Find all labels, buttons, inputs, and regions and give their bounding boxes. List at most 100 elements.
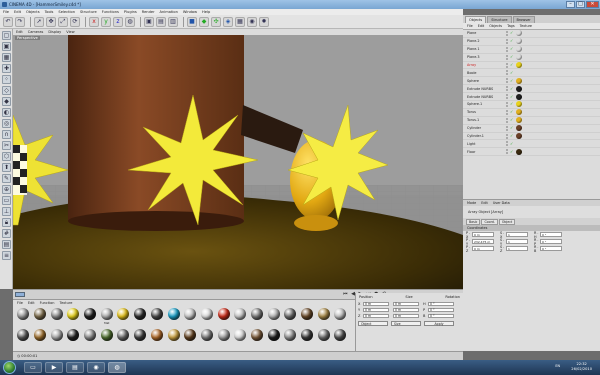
enabled-check-icon[interactable]: ✓ [510,86,514,91]
material-swatch[interactable] [182,307,199,328]
enabled-check-icon[interactable]: ✓ [510,78,514,83]
taskbar-media-icon[interactable]: ▶ [45,362,63,373]
attr-field-pos-z[interactable]: 0 m [472,246,494,251]
enabled-check-icon[interactable]: ✓ [510,63,514,67]
object-row[interactable]: Torus.1 ✓ [463,117,600,125]
texture-tag-icon[interactable] [516,93,522,100]
visibility-dots[interactable] [506,141,508,147]
tab-structure[interactable]: Structure [487,16,512,23]
enabled-check-icon[interactable]: ✓ [510,47,514,51]
close-button[interactable]: ✕ [586,1,599,8]
texture-tag-icon[interactable] [516,125,522,132]
texture-tag-icon[interactable] [516,133,522,140]
knife-icon[interactable]: ✂ [2,141,11,150]
object-name[interactable]: Plane [467,31,506,35]
material-swatch[interactable] [332,328,349,349]
extrude-icon[interactable]: ⬆ [2,163,11,172]
tab-object[interactable]: Object [498,218,516,225]
size-z-field[interactable]: 0 m [393,313,419,319]
object-row[interactable]: Sphere.1 ✓ [463,101,600,109]
material-swatch[interactable] [15,307,32,328]
material-swatch[interactable] [199,328,216,349]
material-swatch[interactable] [82,307,99,328]
enabled-check-icon[interactable]: ✓ [510,94,514,99]
object-name[interactable]: Sphere [467,79,506,83]
lock-icon[interactable]: 🔒︎ [2,218,11,227]
redo-icon[interactable]: ↷ [15,16,25,27]
object-name[interactable]: Light [467,142,506,146]
material-swatch[interactable] [115,328,132,349]
snap-icon[interactable]: ⊕ [2,185,11,194]
layout-icon[interactable]: ▤ [2,240,11,249]
objects-menu-edit[interactable]: Edit [478,24,485,28]
enabled-check-icon[interactable]: ✓ [510,102,514,106]
light-icon[interactable]: ✹ [259,16,269,27]
enabled-check-icon[interactable]: ✓ [510,118,514,122]
material-swatch[interactable] [249,307,266,328]
cube-icon[interactable]: ■ [187,16,197,27]
attr-menu-user-data[interactable]: User Data [493,201,510,205]
enabled-check-icon[interactable]: ✓ [510,55,514,59]
material-swatch[interactable] [165,307,182,328]
enabled-check-icon[interactable]: ✓ [510,39,514,43]
use-model-tool-icon[interactable]: ▢ [2,31,11,40]
tab-objects[interactable]: Objects [465,16,487,23]
object-row[interactable]: Plane.1 ✓ [463,46,600,54]
visibility-dots[interactable] [506,54,508,60]
layer-icon[interactable]: ≡ [2,251,11,260]
bevel-icon[interactable]: ⬡ [2,152,11,161]
material-swatch[interactable] [299,307,316,328]
menu-selection[interactable]: Selection [58,10,75,14]
start-button[interactable] [3,361,16,374]
attr-menu-edit[interactable]: Edit [481,201,488,205]
deformer-icon[interactable]: ◈ [223,16,233,27]
enabled-check-icon[interactable]: ✓ [510,126,514,130]
material-swatch[interactable] [132,328,149,349]
taskbar-clock[interactable]: 22:32 26/02/2010 [571,362,592,372]
visibility-dots[interactable] [506,62,508,68]
visibility-dots[interactable] [506,133,508,139]
texture-tag-icon[interactable] [516,117,522,124]
visibility-dots[interactable] [506,78,508,84]
axis-icon[interactable]: ⊥ [2,207,11,216]
z-axis-icon[interactable]: z [113,16,123,27]
texture-tag-icon[interactable] [516,62,522,68]
visibility-dots[interactable] [506,125,508,131]
object-name[interactable]: Torus.1 [467,118,506,122]
polygons-tool-icon[interactable]: ◆ [2,97,11,106]
nurbs-icon[interactable]: ◆ [199,16,209,27]
rotate-icon[interactable]: ⟳ [70,16,80,27]
enabled-check-icon[interactable]: ✓ [510,149,514,154]
texture-tag-icon[interactable] [516,38,522,45]
camera-icon[interactable]: ◉ [247,16,257,27]
material-swatch[interactable] [282,328,299,349]
workplane-icon[interactable]: ▭ [2,196,11,205]
menu-plugins[interactable]: Plugins [124,10,137,14]
visibility-dots[interactable] [506,86,508,92]
object-row[interactable]: Plane ✓ [463,30,600,38]
visibility-dots[interactable] [506,101,508,107]
object-row[interactable]: Plane.3 ✓ [463,54,600,62]
magnet-icon[interactable]: ∩ [2,130,11,139]
menu-edit[interactable]: Edit [14,10,21,14]
position-x-field[interactable]: 0 m [363,301,389,307]
visibility-dots[interactable] [506,70,508,76]
object-name[interactable]: Torus [467,110,506,114]
minimize-button[interactable]: – [566,1,575,8]
visibility-dots[interactable] [506,38,508,44]
menu-tools[interactable]: Tools [45,10,54,14]
material-swatch[interactable] [32,307,49,328]
menu-structure[interactable]: Structure [80,10,97,14]
material-swatch[interactable] [232,328,249,349]
tab-browser[interactable]: Browser [512,16,535,23]
attr-field-pos-x[interactable]: 0 m [472,232,494,237]
viewport-menu-edit[interactable]: Edit [16,30,23,34]
material-swatch[interactable] [165,328,182,349]
position-z-field[interactable]: 0 m [363,313,389,319]
visibility-dots[interactable] [506,46,508,52]
object-row[interactable]: Array ✓ [463,62,600,70]
object-row[interactable]: Boole ✓ [463,69,600,78]
viewport-menu-view[interactable]: View [66,30,74,34]
texture-tag-icon[interactable] [516,101,522,108]
taskbar-browser-icon[interactable]: ◉ [87,362,105,373]
